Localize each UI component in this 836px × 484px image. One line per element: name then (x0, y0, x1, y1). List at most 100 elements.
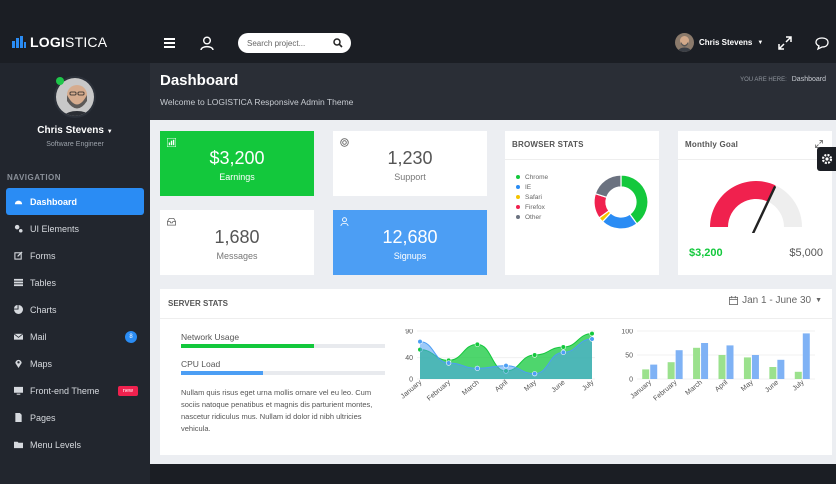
network-usage-bar (181, 344, 385, 348)
signups-card[interactable]: 12,680 Signups (333, 210, 487, 275)
bar-series-2 (650, 364, 658, 379)
cpu-load-bar (181, 371, 385, 375)
x-tick-label: April (714, 379, 730, 394)
x-tick-label: March (461, 379, 480, 397)
bar-series-2 (701, 343, 709, 379)
earnings-value: $3,200 (209, 148, 265, 168)
forms-icon (14, 251, 23, 260)
brand-name-light: STICA (65, 34, 108, 50)
sidebar-item-dashboard[interactable]: Dashboard (6, 188, 144, 215)
sidebar-item-mail[interactable]: Mail 8 (6, 323, 144, 350)
legend-label: Other (525, 213, 542, 221)
user-icon (340, 217, 349, 226)
hamburger-icon[interactable] (162, 35, 178, 51)
signups-value: 12,680 (382, 227, 438, 247)
area-chart: 04090January February March April May June Jul… (400, 329, 596, 403)
browser-stats-title: BROWSER STATS (512, 140, 584, 149)
breadcrumb: YOU ARE HERE: Dashboard (740, 76, 826, 83)
top-bar: LOGISTICA Chris Stevens ▼ (0, 0, 836, 63)
area-series-2 (420, 339, 592, 379)
sidebar-item-pages[interactable]: Pages (6, 404, 144, 431)
bar-series-1 (718, 355, 726, 379)
user-icon[interactable] (199, 35, 215, 51)
legend-dot (516, 215, 520, 219)
charts-icon (14, 305, 23, 314)
nav-section-title: NAVIGATION (7, 173, 62, 182)
sidebar-item-ui-elements[interactable]: UI Elements (6, 215, 144, 242)
sidebar-item-front-end-theme[interactable]: Front-end Theme new (6, 377, 144, 404)
date-range-picker[interactable]: Jan 1 - June 30 ▼ (729, 295, 822, 306)
avatar (675, 33, 694, 52)
browser-stats-card: BROWSER STATS Chrome IE Safari Firefox Other (505, 131, 659, 275)
sidebar-item-maps[interactable]: Maps (6, 350, 144, 377)
gear-icon (821, 153, 833, 165)
sidebar-item-forms[interactable]: Forms (6, 242, 144, 269)
search-icon[interactable] (333, 38, 343, 48)
legend-dot (516, 185, 520, 189)
cpu-load-label: CPU Load (181, 359, 221, 369)
page-subtitle: Welcome to LOGISTICA Responsive Admin Th… (160, 97, 354, 107)
bar-series-1 (642, 369, 650, 379)
monthly-goal-gauge (710, 181, 802, 233)
legend-dot (516, 175, 520, 179)
bar-series-1 (743, 357, 751, 379)
sidebar-item-charts[interactable]: Charts (6, 296, 144, 323)
goal-current-value: $3,200 (689, 247, 723, 259)
donut-slice-other (594, 174, 622, 199)
data-point (474, 365, 480, 371)
server-stats-title: SERVER STATS (168, 299, 229, 308)
data-point (446, 360, 452, 366)
main-content: Dashboard Welcome to LOGISTICA Responsiv… (150, 63, 836, 464)
inbox-icon (167, 217, 176, 226)
brand-logo[interactable]: LOGI STICA (12, 34, 107, 50)
date-range-label: Jan 1 - June 30 (742, 295, 812, 306)
sidebar-profile: Chris Stevens ▼ Software Engineer (0, 63, 150, 162)
legend-label: Safari (525, 193, 542, 201)
y-tick-label: 100 (621, 329, 633, 336)
data-point (589, 336, 595, 342)
support-value: 1,230 (387, 148, 433, 168)
earnings-card[interactable]: $3,200 Earnings (160, 131, 314, 196)
pages-icon (15, 413, 22, 422)
bar-chart-icon (12, 36, 26, 48)
bar-series-2 (675, 350, 683, 379)
user-menu[interactable]: Chris Stevens ▼ (675, 33, 763, 52)
ui-elements-icon (14, 224, 23, 233)
monthly-goal-card: Monthly Goal $3,200 $5,000 (678, 131, 832, 275)
server-stats-card: SERVER STATS Jan 1 - June 30 ▼ Network U… (160, 289, 832, 455)
support-label: Support (394, 172, 426, 182)
brand-name-bold: LOGI (30, 34, 66, 50)
settings-panel-toggle[interactable] (817, 147, 836, 171)
chat-icon[interactable] (814, 35, 830, 51)
legend-label: Chrome (525, 173, 549, 181)
x-tick-label: July (581, 379, 595, 393)
x-tick-label: February (652, 379, 678, 403)
monthly-goal-title: Monthly Goal (685, 140, 739, 149)
data-point (474, 341, 480, 347)
legend-item-other: Other (516, 212, 548, 222)
bar-series-1 (794, 371, 802, 379)
support-card[interactable]: 1,230 Support (333, 131, 487, 196)
network-usage-fill (181, 344, 314, 348)
messages-card[interactable]: 1,680 Messages (160, 210, 314, 275)
breadcrumb-prefix: YOU ARE HERE: (740, 77, 787, 83)
chevron-down-icon: ▼ (757, 39, 764, 46)
network-usage-label: Network Usage (181, 332, 240, 342)
sidebar-item-menu-levels[interactable]: Menu Levels (6, 431, 144, 458)
chevron-down-icon: ▼ (815, 297, 822, 304)
expand-icon[interactable] (777, 35, 793, 51)
data-point (503, 363, 509, 369)
profile-name[interactable]: Chris Stevens ▼ (0, 125, 150, 136)
server-stats-description: Nullam quis risus eget urna mollis ornar… (181, 388, 373, 433)
sidebar-item-tables[interactable]: Tables (6, 269, 144, 296)
monitor-icon (14, 386, 23, 395)
maps-icon (15, 359, 22, 368)
y-tick-label: 0 (629, 377, 633, 384)
breadcrumb-current[interactable]: Dashboard (792, 76, 826, 83)
bar-series-2 (802, 333, 810, 379)
browser-donut-chart (593, 174, 649, 230)
messages-label: Messages (216, 251, 258, 261)
dashboard-icon (14, 200, 23, 205)
bar-series-1 (667, 362, 675, 379)
legend-item-safari: Safari (516, 192, 548, 202)
